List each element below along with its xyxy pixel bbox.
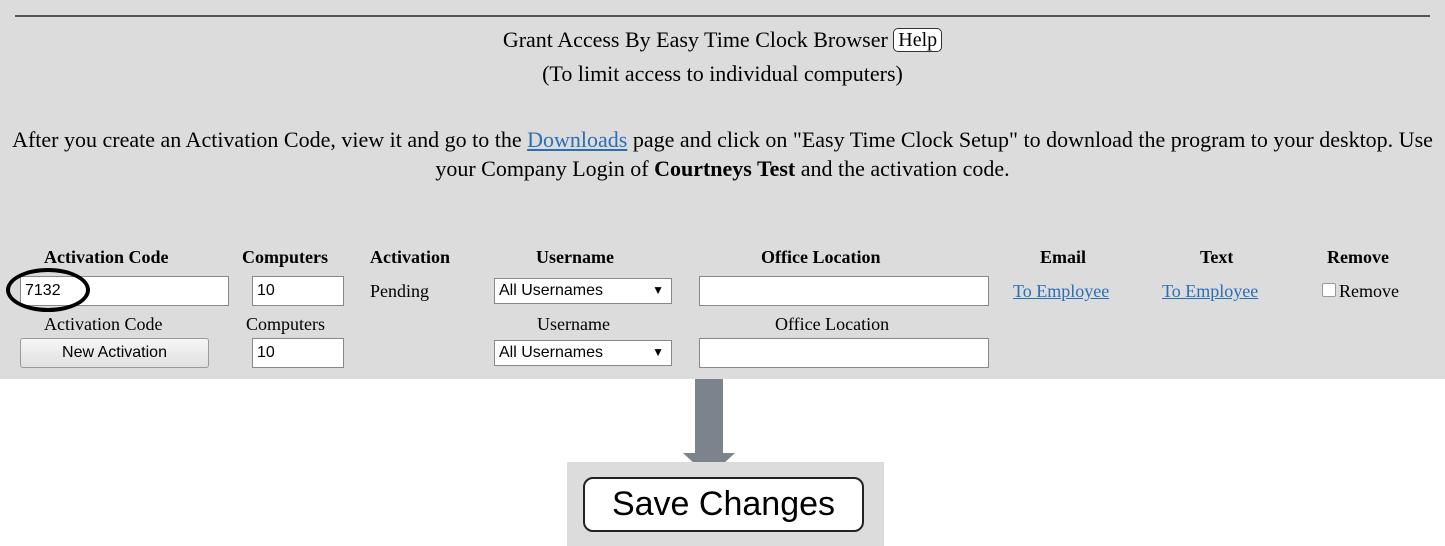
- new-computers-input[interactable]: [252, 338, 344, 368]
- header-remove: Remove: [1327, 247, 1389, 267]
- highlight-circle: [6, 268, 90, 312]
- save-changes-button[interactable]: Save Changes: [583, 477, 864, 532]
- instructions-text: After you create an Activation Code, vie…: [0, 125, 1445, 183]
- new-username-select-value: All Usernames: [499, 344, 604, 361]
- activation-status: Pending: [370, 281, 430, 301]
- dropdown-arrow-icon: ▼: [652, 345, 664, 359]
- new-computers-label: Computers: [246, 314, 325, 334]
- page-subtitle: (To limit access to individual computers…: [542, 61, 903, 86]
- office-location-input[interactable]: [699, 276, 989, 306]
- new-activation-code-label: Activation Code: [44, 314, 163, 334]
- remove-checkbox[interactable]: [1322, 283, 1336, 297]
- help-button[interactable]: Help: [893, 28, 943, 52]
- header-username: Username: [536, 247, 614, 267]
- new-activation-button[interactable]: New Activation: [20, 338, 209, 368]
- company-login: Courtneys Test: [654, 156, 796, 181]
- page-title: Grant Access By Easy Time Clock Browser …: [0, 26, 1445, 54]
- page-title-text: Grant Access By Easy Time Clock Browser: [502, 27, 888, 52]
- new-office-location-input[interactable]: [699, 338, 989, 368]
- dropdown-arrow-icon: ▼: [652, 283, 664, 297]
- downloads-link[interactable]: Downloads: [527, 127, 627, 152]
- header-email: Email: [1040, 247, 1087, 267]
- top-divider: [15, 15, 1430, 17]
- header-activation: Activation: [370, 247, 450, 267]
- header-office-location: Office Location: [761, 247, 881, 267]
- email-to-employee-link[interactable]: To Employee: [1013, 280, 1109, 302]
- header-activation-code: Activation Code: [44, 247, 169, 267]
- computers-input[interactable]: [252, 276, 344, 306]
- instructions-part3: and the activation code.: [795, 156, 1010, 181]
- down-arrow-shaft: [695, 379, 723, 453]
- remove-label: Remove: [1339, 281, 1399, 301]
- header-computers: Computers: [242, 247, 328, 267]
- instructions-part1: After you create an Activation Code, vie…: [12, 127, 528, 152]
- new-username-select[interactable]: All Usernames ▼: [494, 340, 672, 366]
- text-to-employee-link[interactable]: To Employee: [1162, 280, 1258, 302]
- header-text: Text: [1200, 247, 1234, 267]
- username-select-value: All Usernames: [499, 282, 604, 299]
- new-office-location-label: Office Location: [775, 314, 890, 334]
- grant-access-panel: Grant Access By Easy Time Clock Browser …: [0, 0, 1445, 379]
- remove-control: Remove: [1322, 280, 1399, 302]
- new-username-label: Username: [537, 314, 610, 334]
- username-select[interactable]: All Usernames ▼: [494, 278, 672, 304]
